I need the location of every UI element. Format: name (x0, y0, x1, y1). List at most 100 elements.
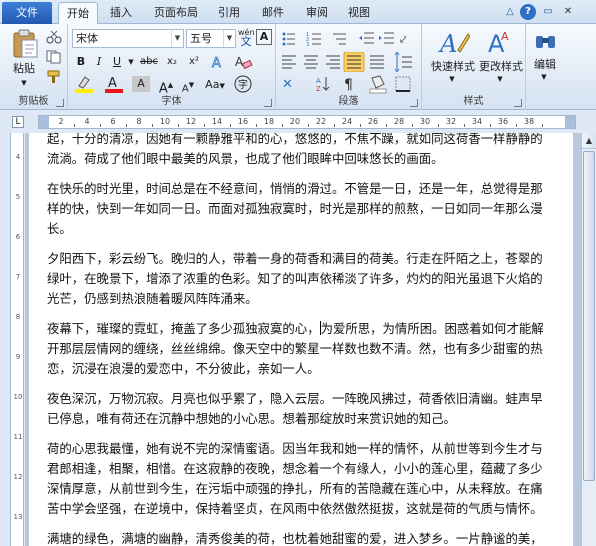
ruler-tick (516, 124, 517, 127)
right-margin-marker[interactable] (565, 116, 575, 128)
strikethrough-button[interactable]: abc (138, 53, 160, 71)
chevron-down-icon[interactable]: ▼ (534, 68, 554, 86)
cut-icon[interactable] (46, 30, 62, 44)
change-case-label: Aa (205, 78, 220, 91)
paragraph-row1-icons: 123 ⤦ (282, 32, 406, 48)
tab-home[interactable]: 开始 (58, 2, 98, 25)
text-line: 满塘的绿色，满塘的幽静，清秀俊美的荷，也枕着她甜蜜的爱，进入梦乡。一片静谧的美， (47, 531, 543, 546)
clipboard-launcher-icon[interactable] (56, 99, 64, 107)
document-paragraph[interactable]: 荷的心思我最懂，她有说不完的深情蜜语。因当年我和她一样的情怀，从前世等到今生才与… (47, 439, 547, 519)
asian-text-direction-icon[interactable]: ✕ (282, 77, 293, 92)
font-family-value: 宋体 (76, 32, 98, 45)
ruler-number: 12 (13, 473, 23, 481)
ruler-number: 18 (263, 117, 275, 126)
font-family-combo[interactable]: 宋体 ▼ (72, 29, 184, 48)
editing-group: 编辑 ▼ (526, 24, 564, 110)
document-paragraph[interactable]: 夕阳西下，彩云纷飞。晚归的人，带着一身的荷香和满目的荷美。行走在阡陌之上，苍翠的… (47, 249, 547, 309)
sort-icon[interactable]: AZ (316, 77, 330, 93)
chevron-down-icon[interactable]: ▼ (126, 53, 136, 71)
text-line: 绿叶，在晚景下，增添了浓重的色彩。知了的叫声依稀淡了许多，灼灼的阳光虽退下火焰的 (47, 271, 543, 286)
shrink-font-button[interactable]: A▼ (178, 76, 198, 94)
chevron-down-icon[interactable]: ▼ (171, 30, 183, 47)
italic-button[interactable]: I (90, 53, 108, 71)
styles-launcher-icon[interactable] (514, 99, 522, 107)
document-body[interactable]: 起，十分的清凉，因她有一颗静雅平和的心，悠悠的，不焦不躁，就如同这荷香一样静静的… (47, 133, 547, 546)
copy-icon[interactable] (46, 50, 62, 64)
paragraph-launcher-icon[interactable] (410, 99, 418, 107)
highlight-button[interactable] (72, 74, 98, 93)
chevron-down-icon[interactable]: ▼ (442, 70, 462, 88)
tab-mailings[interactable]: 邮件 (254, 2, 292, 24)
font-launcher-icon[interactable] (264, 99, 272, 107)
decrease-indent-icon[interactable] (359, 32, 374, 44)
align-center-icon[interactable] (304, 55, 318, 69)
align-right-icon[interactable] (326, 55, 340, 69)
enclose-chars-button[interactable]: 字 (232, 74, 254, 93)
align-left-icon[interactable] (282, 55, 296, 69)
char-border-button[interactable]: A (256, 29, 272, 45)
superscript-button[interactable]: x² (184, 53, 204, 71)
line-spacing-icon[interactable] (394, 52, 412, 72)
document-paragraph[interactable]: 起，十分的清凉，因她有一颗静雅平和的心，悠悠的，不焦不躁，就如同这荷香一样静静的… (47, 133, 547, 169)
chevron-down-icon[interactable]: ▼ (223, 30, 235, 47)
chinese-layout-icon[interactable]: ⤦ (400, 33, 406, 46)
binoculars-icon[interactable] (534, 30, 558, 52)
text-line: 夜幕下，璀璨的霓虹，掩盖了多少孤独寂寞的心，为爱所思，为情所困。困惑着如何才能解 (47, 321, 544, 336)
change-case-button[interactable]: Aa▼ (202, 76, 228, 94)
paragraph-group-label: 段落 (338, 96, 359, 107)
tab-insert[interactable]: 插入 (102, 2, 140, 24)
document-paragraph[interactable]: 在快乐的时光里，时间总是在不经意间，悄悄的滑过。不管是一日，还是一年，总觉得是那… (47, 179, 547, 239)
document-page[interactable]: 起，十分的清凉，因她有一颗静雅平和的心，悠悠的，不焦不躁，就如同这荷香一样静静的… (29, 133, 573, 546)
bullets-icon[interactable] (282, 32, 296, 46)
phonetic-guide-button[interactable]: wén 文 (238, 28, 255, 50)
paste-icon[interactable] (10, 29, 40, 59)
numbering-icon[interactable]: 123 (306, 32, 321, 48)
paste-dropdown-icon[interactable]: ▼ (14, 74, 34, 92)
minimize-icon[interactable]: ▭ (540, 4, 556, 20)
borders-icon[interactable] (395, 76, 411, 92)
ribbon-collapse-icon[interactable]: △ (502, 4, 518, 20)
grow-font-button[interactable]: A▲ (156, 76, 176, 96)
text-effects-button[interactable]: A (208, 53, 230, 72)
subscript-button[interactable]: x₂ (162, 53, 182, 71)
font-size-combo[interactable]: 五号 ▼ (186, 29, 236, 48)
show-marks-icon[interactable]: ¶ (344, 77, 353, 93)
tab-file[interactable]: 文件 (2, 2, 52, 24)
help-icon[interactable]: ? (520, 4, 536, 20)
multilevel-list-icon[interactable] (333, 33, 346, 45)
scroll-up-icon[interactable]: ▲ (582, 133, 596, 149)
underline-button[interactable]: U (108, 53, 126, 71)
ruler-tick (412, 124, 413, 127)
clear-formatting-button[interactable]: A (232, 53, 254, 71)
distributed-icon[interactable] (370, 55, 384, 69)
left-margin-marker[interactable] (39, 116, 49, 128)
horizontal-ruler[interactable]: 2 4 6 8 10 12 14 16 18 20 22 24 26 28 30 32 34 36 38 (38, 115, 576, 129)
document-paragraph[interactable]: 夜色深沉，万物沉寂。月亮也似乎累了，隐入云层。一阵晚风拂过，荷香依旧清幽。蛙声早… (47, 389, 547, 429)
document-paragraph[interactable]: 夜幕下，璀璨的霓虹，掩盖了多少孤独寂寞的心，为爱所思，为情所困。困惑着如何才能解… (47, 319, 547, 379)
change-styles-icon[interactable]: A A (486, 28, 516, 56)
increase-indent-icon[interactable] (379, 32, 394, 44)
ruler-number: 8 (136, 117, 142, 126)
paragraph-row2-icons (282, 52, 412, 72)
quick-styles-icon[interactable]: A (438, 28, 470, 56)
chevron-down-icon[interactable]: ▼ (490, 70, 510, 88)
vertical-ruler[interactable]: 4 5 6 7 8 9 10 11 12 13 (10, 133, 24, 546)
close-icon[interactable]: ✕ (560, 4, 576, 20)
justify-icon[interactable] (343, 52, 365, 72)
tab-selector[interactable]: L (12, 116, 24, 128)
scroll-thumb[interactable] (583, 151, 595, 481)
ruler-number: 7 (15, 273, 21, 281)
bold-button[interactable]: B (72, 53, 90, 71)
format-painter-icon[interactable] (46, 70, 62, 84)
tab-view[interactable]: 视图 (340, 2, 378, 24)
ruler-tick (360, 124, 361, 127)
vertical-scrollbar[interactable]: ▲ (581, 133, 596, 546)
char-shading-button[interactable]: A (132, 76, 150, 92)
tab-review[interactable]: 审阅 (298, 2, 336, 24)
document-paragraph[interactable]: 满塘的绿色，满塘的幽静，清秀俊美的荷，也枕着她甜蜜的爱，进入梦乡。一片静谧的美， (47, 529, 547, 546)
font-color-button[interactable]: A (102, 74, 128, 93)
shading-icon[interactable] (369, 75, 387, 94)
tab-page-layout[interactable]: 页面布局 (146, 2, 206, 24)
svg-text:A: A (235, 55, 244, 69)
tab-references[interactable]: 引用 (210, 2, 248, 24)
